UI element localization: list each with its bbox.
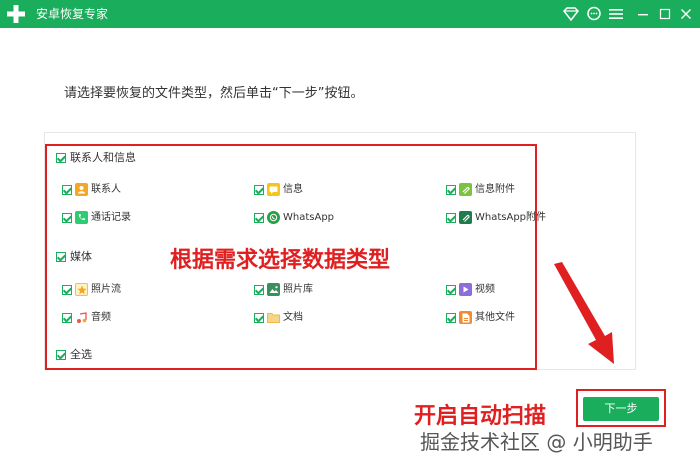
select-hint-annotation: 根据需求选择数据类型: [170, 248, 391, 273]
chat-icon[interactable]: [585, 5, 603, 23]
maximize-icon[interactable]: [656, 5, 674, 23]
close-icon[interactable]: [677, 5, 695, 23]
app-title: 安卓恢复专家: [36, 7, 109, 21]
next-button[interactable]: 下一步: [583, 397, 659, 421]
title-bar: 安卓恢复专家: [0, 0, 700, 28]
diamond-icon[interactable]: [562, 5, 580, 23]
app-logo-icon: [6, 4, 26, 24]
arrow-annotation-icon: [552, 262, 622, 368]
watermark-text: 掘金技术社区 @ 小明助手: [420, 430, 653, 454]
minimize-icon[interactable]: [634, 5, 652, 23]
menu-icon[interactable]: [607, 5, 625, 23]
instruction-text: 请选择要恢复的文件类型，然后单击“下一步”按钮。: [64, 86, 364, 101]
